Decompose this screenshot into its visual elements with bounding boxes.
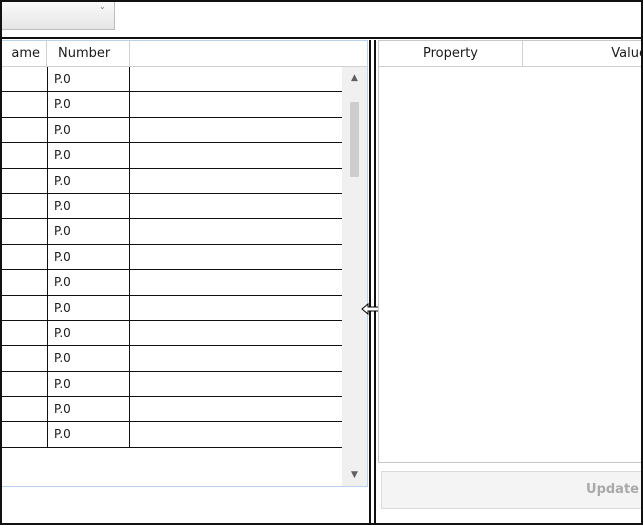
window-frame [0,0,643,525]
